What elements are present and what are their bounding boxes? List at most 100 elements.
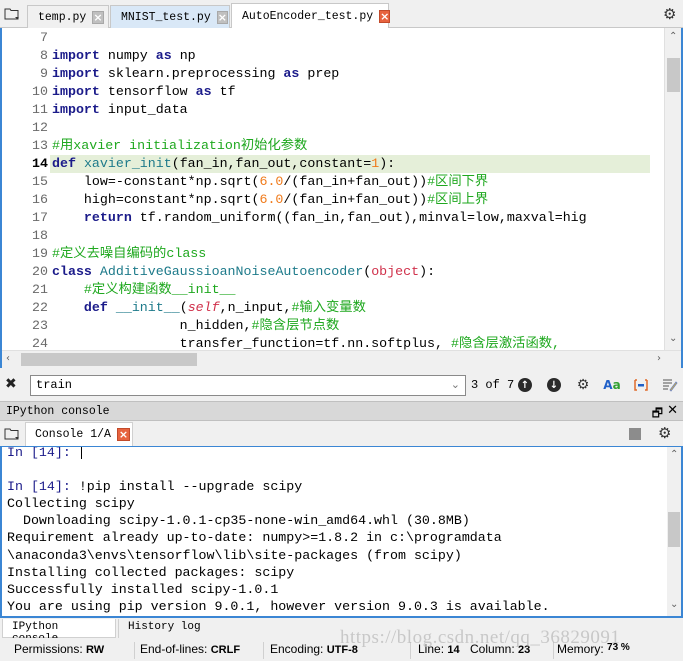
find-match-count: 3 of 7 — [471, 378, 515, 392]
code-line[interactable]: 14 def xavier_init(fan_in,fan_out,constan… — [2, 155, 666, 173]
editor-horizontal-scrollbar[interactable]: ‹ › — [2, 350, 681, 368]
tab-history-log[interactable]: History log — [118, 619, 210, 638]
console-scrollbar[interactable]: ⌃ ⌄ — [667, 447, 681, 616]
console-output[interactable]: In [14]: In [14]: !pip install --upgrade… — [0, 446, 683, 618]
scrollbar-thumb[interactable] — [668, 512, 680, 547]
browse-tabs-icon[interactable] — [4, 7, 20, 21]
line-number: 21 — [32, 282, 48, 297]
close-tab-icon[interactable]: × — [92, 10, 104, 24]
scroll-down-arrow-icon[interactable]: ⌄ — [669, 334, 677, 344]
console-text: \anaconda3\envs\tensorflow\lib\site-pack… — [7, 547, 462, 563]
scroll-up-arrow-icon[interactable]: ⌃ — [669, 32, 677, 42]
tab-label: AutoEncoder_test.py — [242, 10, 374, 23]
scrollbar-thumb[interactable] — [667, 58, 680, 92]
text-cursor — [80, 447, 82, 459]
close-tab-icon[interactable]: × — [216, 10, 228, 24]
console-tab[interactable]: Console 1/A × — [25, 422, 133, 446]
scroll-right-arrow-icon[interactable]: › — [657, 354, 661, 364]
code-line[interactable]: 24 transfer_function=tf.nn.softplus, #隐含… — [2, 335, 666, 350]
code-line[interactable]: 23 n_hidden,#隐含层节点数 — [2, 317, 666, 335]
whole-word-icon[interactable] — [632, 376, 650, 394]
line-source: n_hidden,#隐含层节点数 — [52, 318, 340, 333]
code-line[interactable]: 18 — [2, 227, 666, 245]
console-current-prompt[interactable]: In [14]: — [7, 447, 82, 461]
scrollbar-thumb[interactable] — [21, 353, 197, 366]
console-text: Collecting scipy — [7, 496, 135, 512]
chevron-down-icon[interactable]: ⌄ — [451, 378, 460, 391]
console-options-gear-icon[interactable]: ⚙ — [658, 426, 671, 441]
line-number: 13 — [32, 138, 48, 153]
line-number: 16 — [32, 192, 48, 207]
line-number: 20 — [32, 264, 48, 279]
close-find-icon[interactable]: ✖ — [5, 376, 17, 392]
editor-tab-bar: temp.py × MNIST_test.py × AutoEncoder_te… — [0, 0, 683, 29]
code-line[interactable]: 9 import sklearn.preprocessing as prep — [2, 65, 666, 83]
scroll-left-arrow-icon[interactable]: ‹ — [6, 354, 10, 364]
code-line[interactable]: 22 def __init__(self,n_input,#输入变量数 — [2, 299, 666, 317]
code-editor[interactable]: 7 8 import numpy as np 9 import sklearn.prep… — [0, 28, 683, 368]
tab-label: temp.py — [38, 10, 87, 24]
line-source: class AdditiveGaussioanNoiseAutoencoder(… — [52, 264, 436, 279]
arrow-up-icon: ↑ — [518, 378, 532, 392]
close-console-icon[interactable]: × — [116, 428, 130, 441]
find-next-button[interactable]: ↓ — [545, 376, 563, 394]
find-query[interactable]: train — [36, 378, 72, 392]
editor-options-gear-icon[interactable]: ⚙ — [663, 7, 676, 22]
console-prompt: In [14]: — [7, 479, 79, 495]
code-line[interactable]: 11 import input_data — [2, 101, 666, 119]
tab-ipython-console[interactable]: IPython console — [2, 619, 116, 645]
line-source: import sklearn.preprocessing as prep — [52, 66, 340, 81]
find-input[interactable]: train ⌄ — [30, 375, 466, 396]
code-line[interactable]: 12 — [2, 119, 666, 137]
arrow-down-icon: ↓ — [547, 378, 561, 392]
code-line[interactable]: 21 #定义构建函数__init__ — [2, 281, 666, 299]
console-line: Successfully installed scipy-1.0.1 — [7, 581, 278, 598]
line-number: 15 — [32, 174, 48, 189]
scroll-up-arrow-icon[interactable]: ⌃ — [670, 450, 678, 460]
console-line: In [14]: !pip install --upgrade scipy — [7, 478, 302, 495]
find-options-gear-icon[interactable]: ⚙ — [574, 376, 592, 394]
line-source: def xavier_init(fan_in,fan_out,constant=… — [52, 156, 396, 171]
highlight-results-icon[interactable] — [661, 376, 679, 394]
editor-tab-mnist-test[interactable]: MNIST_test.py × — [110, 5, 230, 28]
code-line[interactable]: 13 #用xavier initialization初始化参数 — [2, 137, 666, 155]
code-line[interactable]: 15 low=-constant*np.sqrt(6.0/(fan_in+fan… — [2, 173, 666, 191]
line-source: low=-constant*np.sqrt(6.0/(fan_in+fan_ou… — [52, 174, 489, 189]
console-line: Collecting scipy — [7, 495, 135, 512]
watermark: https://blog.csdn.net/qq_36829091 — [340, 627, 621, 648]
code-area[interactable]: 7 8 import numpy as np 9 import sklearn.prep… — [2, 28, 666, 350]
close-pane-icon[interactable]: ✕ — [667, 403, 678, 418]
console-text: You are using pip version 9.0.1, however… — [7, 598, 550, 614]
console-text: Requirement already up-to-date: numpy>=1… — [7, 530, 502, 546]
status-end-of-lines: End-of-lines: CRLF — [140, 642, 264, 659]
line-source: import tensorflow as tf — [52, 84, 236, 99]
code-line[interactable]: 19 #定义去噪自编码的class — [2, 245, 666, 263]
pane-title-text: IPython console — [6, 405, 110, 418]
console-line: Requirement already up-to-date: numpy>=1… — [7, 529, 502, 546]
code-line[interactable]: 8 import numpy as np — [2, 47, 666, 65]
code-line[interactable]: 16 high=constant*np.sqrt(6.0/(fan_in+fan… — [2, 191, 666, 209]
code-line[interactable]: 17 return tf.random_uniform((fan_in,fan_… — [2, 209, 666, 227]
line-number: 10 — [32, 84, 48, 99]
line-number: 18 — [32, 228, 48, 243]
editor-tab-temp[interactable]: temp.py × — [27, 5, 109, 28]
code-line[interactable]: 20 class AdditiveGaussioanNoiseAutoencode… — [2, 263, 666, 281]
scroll-down-arrow-icon[interactable]: ⌄ — [670, 600, 678, 610]
code-line[interactable]: 7 — [2, 29, 666, 47]
find-previous-button[interactable]: ↑ — [516, 376, 534, 394]
line-source: return tf.random_uniform((fan_in,fan_out… — [83, 210, 587, 225]
editor-tab-autoencoder-test[interactable]: AutoEncoder_test.py × — [231, 3, 391, 29]
browse-tabs-icon[interactable] — [4, 427, 20, 441]
line-source: import numpy as np — [52, 48, 196, 63]
code-line[interactable]: 10 import tensorflow as tf — [2, 83, 666, 101]
close-tab-icon[interactable]: × — [379, 10, 391, 23]
line-number: 24 — [32, 336, 48, 350]
editor-vertical-scrollbar[interactable]: ⌃ ⌄ — [664, 28, 681, 350]
console-line: Installing collected packages: scipy — [7, 564, 294, 581]
ipython-pane-title: IPython console 🗗 ✕ — [0, 401, 683, 421]
line-source: #定义构建函数__init__ — [83, 282, 236, 297]
case-sensitive-icon[interactable]: Aa — [603, 376, 621, 394]
stop-kernel-button[interactable] — [629, 428, 641, 440]
console-line: Downloading scipy-1.0.1-cp35-none-win_am… — [7, 512, 470, 529]
line-number: 22 — [32, 300, 48, 315]
